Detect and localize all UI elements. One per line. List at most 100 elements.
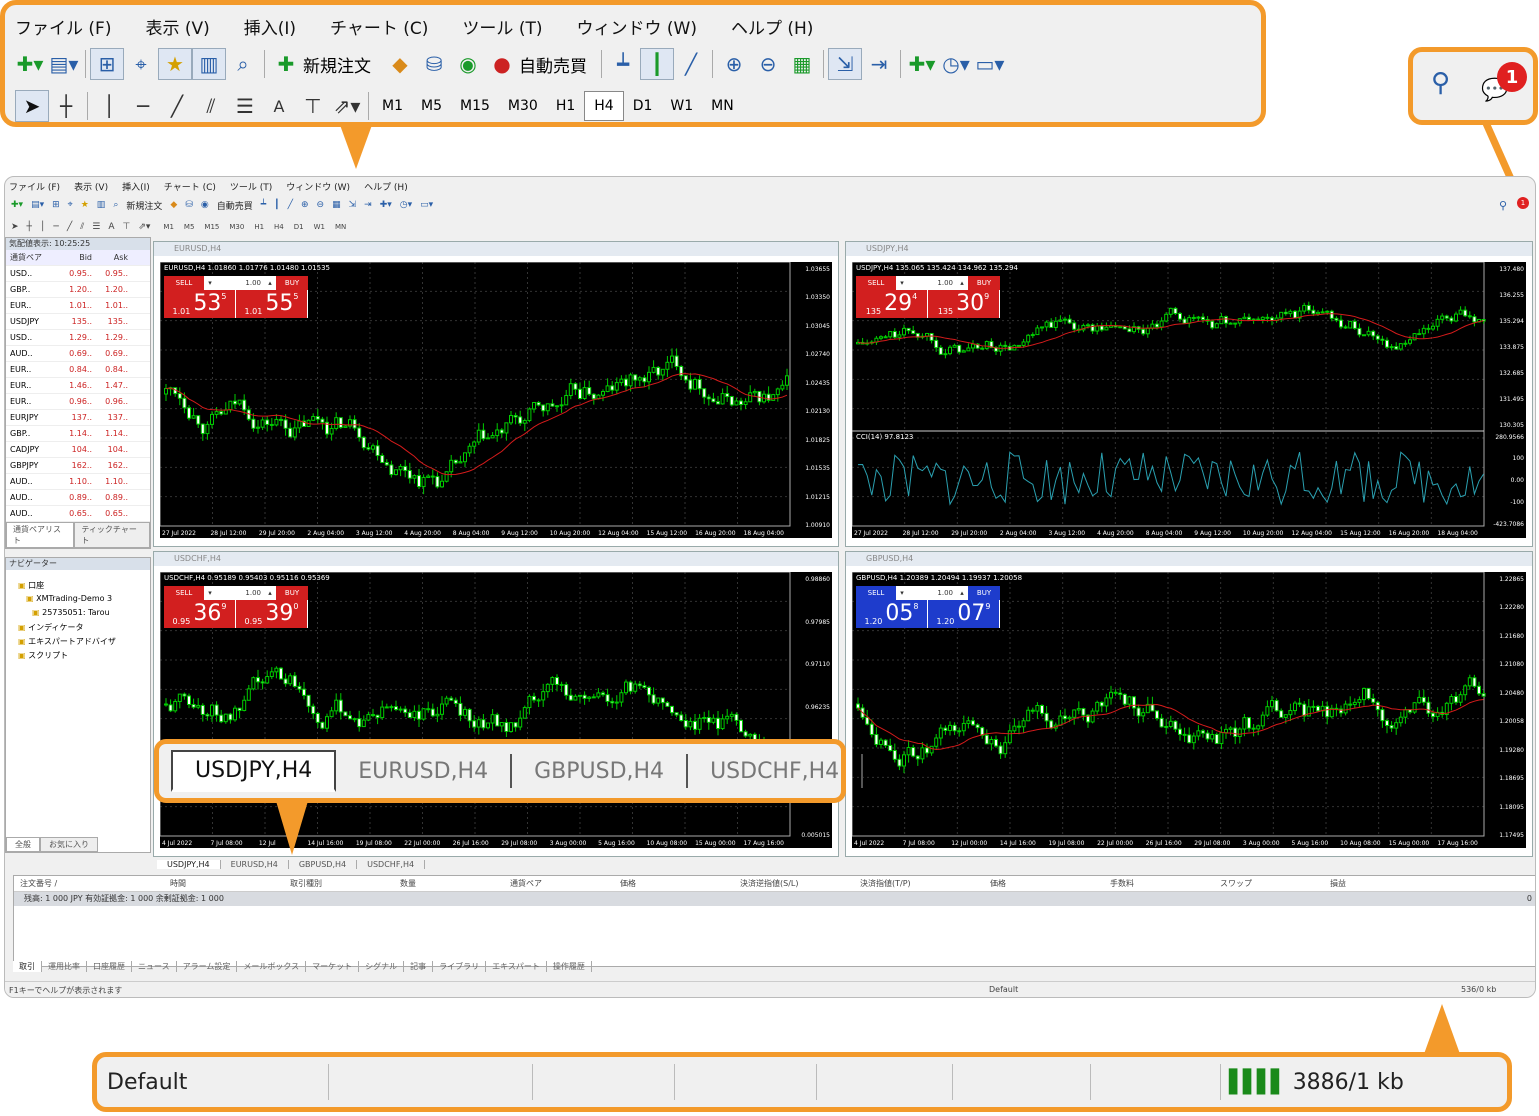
mini-arrow-icon[interactable]: ⇗▾ bbox=[138, 222, 150, 232]
chart-tab-USDCHF,H4[interactable]: USDCHF,H4 bbox=[688, 754, 864, 788]
mini-timeframe-W1[interactable]: W1 bbox=[314, 223, 325, 231]
menu-item-0[interactable]: ファイル (F) bbox=[15, 14, 111, 39]
buy-label[interactable]: BUY bbox=[276, 276, 308, 290]
lot-input[interactable]: 1.00 bbox=[216, 276, 264, 290]
auto-trade-icon[interactable]: ● bbox=[485, 48, 519, 80]
timeframe-M1[interactable]: M1 bbox=[373, 91, 412, 121]
terminal-col-11[interactable]: 損益 bbox=[1324, 878, 1414, 889]
periods-icon[interactable]: ◷▾ bbox=[939, 48, 973, 80]
mini-timeframe-M30[interactable]: M30 bbox=[229, 223, 244, 231]
mini-fibo-icon[interactable]: ☰ bbox=[92, 222, 100, 232]
lot-down-icon[interactable]: ▾ bbox=[204, 276, 216, 290]
vps-icon[interactable]: ⛁ bbox=[417, 48, 451, 80]
terminal-col-4[interactable]: 通貨ペア bbox=[504, 878, 614, 889]
mini-menu-item-4[interactable]: ツール (T) bbox=[230, 183, 272, 193]
buy-label[interactable]: BUY bbox=[276, 586, 308, 600]
buy-button[interactable]: 1.20 07 9 bbox=[928, 600, 1000, 628]
terminal-tab-9[interactable]: ライブラリ bbox=[433, 961, 487, 972]
terminal-tab-3[interactable]: ニュース bbox=[132, 961, 177, 972]
mini-zoomin-icon[interactable]: ⊕ bbox=[301, 200, 309, 210]
mini-hline-icon[interactable]: ─ bbox=[53, 222, 58, 232]
mini-chart-tab-1[interactable]: EURUSD,H4 bbox=[221, 860, 289, 869]
terminal-col-1[interactable]: 時間 bbox=[164, 878, 284, 889]
terminal-tab-11[interactable]: 操作履歴 bbox=[547, 961, 592, 972]
mini-scroll-icon[interactable]: ⇲ bbox=[349, 200, 357, 210]
market-watch-icon[interactable]: ⊞ bbox=[90, 48, 124, 80]
mini-menu-item-1[interactable]: 表示 (V) bbox=[74, 183, 108, 193]
sell-button[interactable]: 1.20 05 8 bbox=[856, 600, 928, 628]
tile-windows-icon[interactable]: ▦ bbox=[785, 48, 819, 80]
zoom-in-icon[interactable]: ⊕ bbox=[717, 48, 751, 80]
market-watch-row[interactable]: AUD.. 0.65.. 0.65.. bbox=[6, 506, 150, 522]
chart-canvas[interactable]: GBPUSD,H4 1.20389 1.20494 1.19937 1.2005… bbox=[852, 572, 1526, 848]
buy-button[interactable]: 0.95 39 0 bbox=[236, 600, 308, 628]
navigator-item[interactable]: ▣ エキスパートアドバイザ bbox=[14, 636, 150, 650]
terminal-tab-2[interactable]: 口座履歴 bbox=[87, 961, 132, 972]
mini-menu-item-3[interactable]: チャート (C) bbox=[164, 183, 216, 193]
mini-candle-icon[interactable]: ┃ bbox=[274, 200, 279, 210]
chart-tab-EURUSD,H4[interactable]: EURUSD,H4 bbox=[336, 754, 513, 788]
chart-tab-USDJPY,H4[interactable]: USDJPY,H4 bbox=[171, 750, 337, 792]
lot-up-icon[interactable]: ▴ bbox=[264, 276, 276, 290]
terminal-col-6[interactable]: 決済逆指値(S/L) bbox=[734, 878, 854, 889]
terminal-col-5[interactable]: 価格 bbox=[614, 878, 734, 889]
menu-item-1[interactable]: 表示 (V) bbox=[145, 14, 209, 39]
timeframe-MN[interactable]: MN bbox=[702, 91, 743, 121]
mini-vps-icon[interactable]: ⛁ bbox=[185, 200, 193, 210]
terminal-col-8[interactable]: 価格 bbox=[984, 878, 1104, 889]
buy-button[interactable]: 135 30 9 bbox=[928, 290, 1000, 318]
terminal-tab-7[interactable]: シグナル bbox=[359, 961, 405, 972]
mini-tester-icon[interactable]: ⌕ bbox=[113, 200, 118, 210]
mini-timeframe-M15[interactable]: M15 bbox=[204, 223, 219, 231]
lot-up-icon[interactable]: ▴ bbox=[956, 276, 968, 290]
mini-period-icon[interactable]: ◷▾ bbox=[400, 200, 412, 210]
fibonacci-icon[interactable]: ☰ bbox=[228, 90, 262, 122]
mini-editor-icon[interactable]: ◆ bbox=[170, 200, 177, 210]
sell-button[interactable]: 1.01 53 5 bbox=[164, 290, 236, 318]
horizontal-line-icon[interactable]: ─ bbox=[126, 90, 160, 122]
mini-trend-icon[interactable]: ╱ bbox=[67, 222, 72, 232]
market-watch-row[interactable]: USD.. 1.29.. 1.29.. bbox=[6, 330, 150, 346]
candle-chart-icon[interactable]: ┃ bbox=[640, 48, 674, 80]
sell-button[interactable]: 0.95 36 9 bbox=[164, 600, 236, 628]
mini-menu-item-5[interactable]: ウィンドウ (W) bbox=[286, 183, 350, 193]
tester-icon[interactable]: ⌕ bbox=[226, 48, 260, 80]
mini-signal-icon[interactable]: ◉ bbox=[201, 200, 209, 210]
terminal-col-2[interactable]: 取引種別 bbox=[284, 878, 394, 889]
terminal-col-9[interactable]: 手数料 bbox=[1104, 878, 1214, 889]
terminal-tab-5[interactable]: メールボックス bbox=[237, 961, 307, 972]
indicators-icon[interactable]: ✚▾ bbox=[905, 48, 939, 80]
mini-cross-icon[interactable]: ┼ bbox=[27, 222, 32, 232]
mini-market-icon[interactable]: ⊞ bbox=[52, 200, 60, 210]
lot-input[interactable]: 1.00 bbox=[216, 586, 264, 600]
terminal-tab-0[interactable]: 取引 bbox=[13, 961, 42, 972]
profiles-icon[interactable]: ▤▾ bbox=[47, 48, 81, 80]
line-chart-icon[interactable]: ╱ bbox=[674, 48, 708, 80]
lot-down-icon[interactable]: ▾ bbox=[204, 586, 216, 600]
bar-chart-icon[interactable]: ┷ bbox=[606, 48, 640, 80]
market-watch-row[interactable]: AUD.. 1.10.. 1.10.. bbox=[6, 474, 150, 490]
mini-vline-icon[interactable]: │ bbox=[40, 222, 45, 232]
lot-down-icon[interactable]: ▾ bbox=[896, 276, 908, 290]
search-icon[interactable]: ⚲ bbox=[1431, 68, 1450, 98]
new-order-button[interactable]: 新規注文 bbox=[303, 52, 371, 77]
chart-window-USDJPY,H4[interactable]: USDJPY,H4 USDJPY,H4 135.065 135.424 134.9… bbox=[845, 241, 1533, 547]
menu-item-4[interactable]: ツール (T) bbox=[462, 14, 542, 39]
terminal-tab-1[interactable]: 運用比率 bbox=[42, 961, 87, 972]
navigator-item[interactable]: ▣ 25735051: Tarou bbox=[14, 608, 150, 622]
market-watch-row[interactable]: USD.. 0.95.. 0.95.. bbox=[6, 266, 150, 282]
lot-input[interactable]: 1.00 bbox=[908, 586, 956, 600]
mini-new-order[interactable]: 新規注文 bbox=[126, 199, 162, 212]
vertical-line-icon[interactable]: │ bbox=[92, 90, 126, 122]
mini-chart-tab-0[interactable]: USDJPY,H4 bbox=[157, 860, 221, 869]
mini-line-icon[interactable]: ╱ bbox=[288, 200, 293, 210]
navigator-item[interactable]: ▣ 口座 bbox=[14, 580, 150, 594]
auto-trade-button[interactable]: 自動売買 bbox=[519, 52, 587, 77]
mini-bar-icon[interactable]: ┷ bbox=[261, 200, 266, 210]
crosshair-target-icon[interactable]: ⌖ bbox=[124, 48, 158, 80]
mw-tab-0[interactable]: 通貨ペアリスト bbox=[6, 522, 75, 548]
menu-item-2[interactable]: 挿入(I) bbox=[244, 14, 296, 39]
menu-item-5[interactable]: ウィンドウ (W) bbox=[576, 14, 696, 39]
trendline-icon[interactable]: ╱ bbox=[160, 90, 194, 122]
terminal-col-0[interactable]: 注文番号 / bbox=[14, 878, 164, 889]
